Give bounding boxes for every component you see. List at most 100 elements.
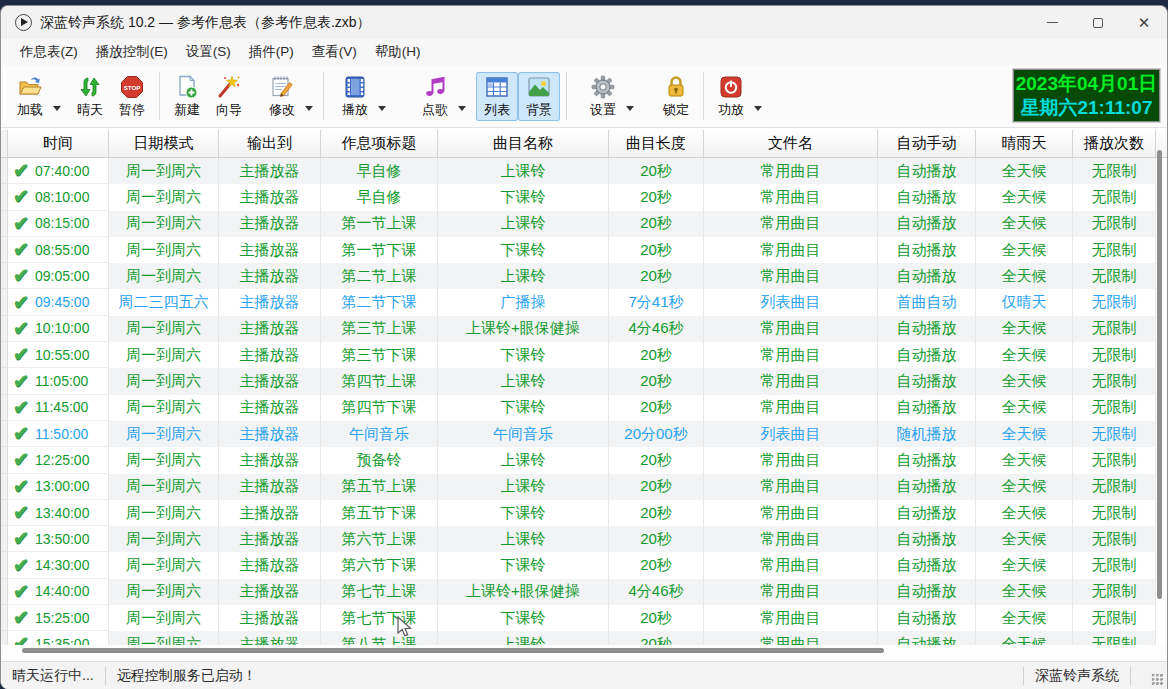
table-row[interactable]: ✔10:10:00周一到周六主播放器第三节上课上课铃+眼保健操4分46秒常用曲目… [1, 316, 1167, 342]
column-header-count[interactable]: 播放次数 [1073, 130, 1156, 157]
table-row[interactable]: ✔11:45:00周一到周六主播放器第四节下课下课铃20秒常用曲目自动播放全天候… [1, 395, 1167, 421]
time-text: 09:45:00 [35, 294, 90, 310]
modify-dropdown-caret[interactable] [305, 106, 313, 111]
song-dropdown-caret[interactable] [458, 106, 466, 111]
row-gutter [1, 474, 8, 500]
column-header-title[interactable]: 作息项标题 [321, 130, 438, 157]
cell-track: 上课铃 [438, 526, 609, 552]
minimize-button[interactable] [1029, 6, 1075, 39]
cell-date-mode: 周一到周六 [109, 579, 219, 605]
table-row[interactable]: ✔09:45:00周二三四五六主播放器第二节下课广播操7分41秒列表曲目首曲自动… [1, 289, 1167, 315]
column-header-file[interactable]: 文件名 [704, 130, 878, 157]
check-icon: ✔ [13, 608, 29, 627]
cell-output: 主播放器 [219, 552, 321, 578]
cell-weather: 全天候 [976, 421, 1073, 447]
cell-output: 主播放器 [219, 184, 321, 210]
resize-grip[interactable] [1151, 673, 1164, 686]
table-row[interactable]: ✔10:55:00周一到周六主播放器第三节下课下课铃20秒常用曲目自动播放全天候… [1, 342, 1167, 368]
cell-track: 下课铃 [438, 395, 609, 421]
table-row[interactable]: ✔13:00:00周一到周六主播放器第五节上课上课铃20秒常用曲目自动播放全天候… [1, 474, 1167, 500]
check-icon: ✔ [13, 582, 29, 601]
cell-time: ✔09:05:00 [8, 263, 109, 289]
table-row[interactable]: ✔11:50:00周一到周六主播放器午间音乐午间音乐20分00秒列表曲目随机播放… [1, 421, 1167, 447]
play-dropdown-caret[interactable] [378, 106, 386, 111]
cell-file: 常用曲目 [704, 447, 878, 473]
status-brand: 深蓝铃声系统 [1024, 667, 1130, 685]
table-row[interactable]: ✔07:40:00周一到周六主播放器早自修上课铃20秒常用曲目自动播放全天候无限… [1, 158, 1167, 184]
pause-button[interactable]: STOP 暂停 [111, 72, 153, 121]
check-icon: ✔ [13, 450, 29, 469]
load-dropdown-caret[interactable] [53, 106, 61, 111]
sunny-button[interactable]: 晴天 [69, 72, 111, 121]
song-button[interactable]: 点歌 [414, 72, 456, 121]
table-row[interactable]: ✔15:35:00周一到周六主播放器第八节上课上课铃20秒常用曲目自动播放全天候… [1, 631, 1167, 645]
lock-button[interactable]: 锁定 [655, 72, 697, 121]
cell-time: ✔14:30:00 [8, 552, 109, 578]
app-icon [15, 14, 32, 31]
cell-mode: 自动播放 [878, 237, 976, 263]
wizard-button[interactable]: 向导 [208, 72, 250, 121]
horizontal-scrollbar-thumb[interactable] [22, 648, 884, 653]
vertical-scrollbar-thumb[interactable] [1157, 150, 1162, 599]
cell-file: 常用曲目 [704, 500, 878, 526]
amplifier-button[interactable]: 功放 [710, 72, 752, 121]
row-gutter [1, 631, 8, 645]
menu-help[interactable]: 帮助(H) [366, 40, 430, 64]
time-text: 07:40:00 [35, 163, 90, 179]
menu-plugins[interactable]: 插件(P) [240, 40, 303, 64]
modify-button[interactable]: 修改 [261, 72, 303, 121]
table-row[interactable]: ✔08:10:00周一到周六主播放器早自修下课铃20秒常用曲目自动播放全天候无限… [1, 184, 1167, 210]
column-header-output[interactable]: 输出到 [219, 130, 321, 157]
cell-weather: 全天候 [976, 368, 1073, 394]
table-row[interactable]: ✔13:50:00周一到周六主播放器第六节上课上课铃20秒常用曲目自动播放全天候… [1, 526, 1167, 552]
list-button[interactable]: 列表 [476, 72, 518, 121]
menu-view[interactable]: 查看(V) [303, 40, 366, 64]
check-icon: ✔ [13, 319, 29, 338]
table-row[interactable]: ✔11:05:00周一到周六主播放器第四节上课上课铃20秒常用曲目自动播放全天候… [1, 368, 1167, 394]
cell-date-mode: 周一到周六 [109, 474, 219, 500]
menu-schedule[interactable]: 作息表(Z) [11, 40, 87, 64]
background-button[interactable]: 背景 [518, 72, 560, 121]
cell-weather: 全天候 [976, 237, 1073, 263]
cell-track: 上课铃+眼保健操 [438, 316, 609, 342]
column-header-track[interactable]: 曲目名称 [438, 130, 609, 157]
cell-output: 主播放器 [219, 474, 321, 500]
cell-time: ✔08:55:00 [8, 237, 109, 263]
column-header-weather[interactable]: 晴雨天 [976, 130, 1073, 157]
table-row[interactable]: ✔13:40:00周一到周六主播放器第五节下课下课铃20秒常用曲目自动播放全天候… [1, 500, 1167, 526]
table-row[interactable]: ✔14:30:00周一到周六主播放器第六节下课下课铃20秒常用曲目自动播放全天候… [1, 552, 1167, 578]
table-row[interactable]: ✔09:05:00周一到周六主播放器第二节上课上课铃20秒常用曲目自动播放全天候… [1, 263, 1167, 289]
cell-count: 无限制 [1073, 368, 1156, 394]
cell-title: 第四节上课 [321, 368, 438, 394]
column-header-date-mode[interactable]: 日期模式 [109, 130, 219, 157]
settings-button[interactable]: 设置 [582, 72, 624, 121]
new-button[interactable]: 新建 [166, 72, 208, 121]
table-row[interactable]: ✔08:55:00周一到周六主播放器第一节下课下课铃20秒常用曲目自动播放全天候… [1, 237, 1167, 263]
cell-date-mode: 周二三四五六 [109, 289, 219, 315]
table-row[interactable]: ✔14:40:00周一到周六主播放器第七节上课上课铃+眼保健操4分46秒常用曲目… [1, 579, 1167, 605]
cell-mode: 自动播放 [878, 368, 976, 394]
cell-length: 20秒 [609, 526, 704, 552]
cell-weather: 全天候 [976, 500, 1073, 526]
cell-output: 主播放器 [219, 526, 321, 552]
menu-settings[interactable]: 设置(S) [177, 40, 240, 64]
column-header-time[interactable]: 时间 [8, 130, 109, 157]
table-row[interactable]: ✔12:25:00周一到周六主播放器预备铃上课铃20秒常用曲目自动播放全天候无限… [1, 447, 1167, 473]
cell-mode: 自动播放 [878, 184, 976, 210]
table-row[interactable]: ✔08:15:00周一到周六主播放器第一节上课上课铃20秒常用曲目自动播放全天候… [1, 211, 1167, 237]
stop-sign-icon: STOP [119, 74, 145, 100]
menu-playback-control[interactable]: 播放控制(E) [87, 40, 177, 64]
play-button[interactable]: 播放 [334, 72, 376, 121]
lock-icon [663, 74, 689, 100]
column-header-length[interactable]: 曲目长度 [609, 130, 704, 157]
amplifier-dropdown-caret[interactable] [754, 106, 762, 111]
clock-time: 星期六21:11:07 [1020, 96, 1152, 120]
maximize-button[interactable] [1075, 6, 1121, 39]
column-header-mode[interactable]: 自动手动 [878, 130, 976, 157]
settings-dropdown-caret[interactable] [626, 106, 634, 111]
table-row[interactable]: ✔15:25:00周一到周六主播放器第七节下课下课铃20秒常用曲目自动播放全天候… [1, 605, 1167, 631]
cell-time: ✔11:45:00 [8, 395, 109, 421]
clock-date: 2023年04月01日 [1016, 71, 1158, 96]
load-button[interactable]: 加载 [9, 72, 51, 121]
close-button[interactable]: ✕ [1121, 6, 1167, 39]
